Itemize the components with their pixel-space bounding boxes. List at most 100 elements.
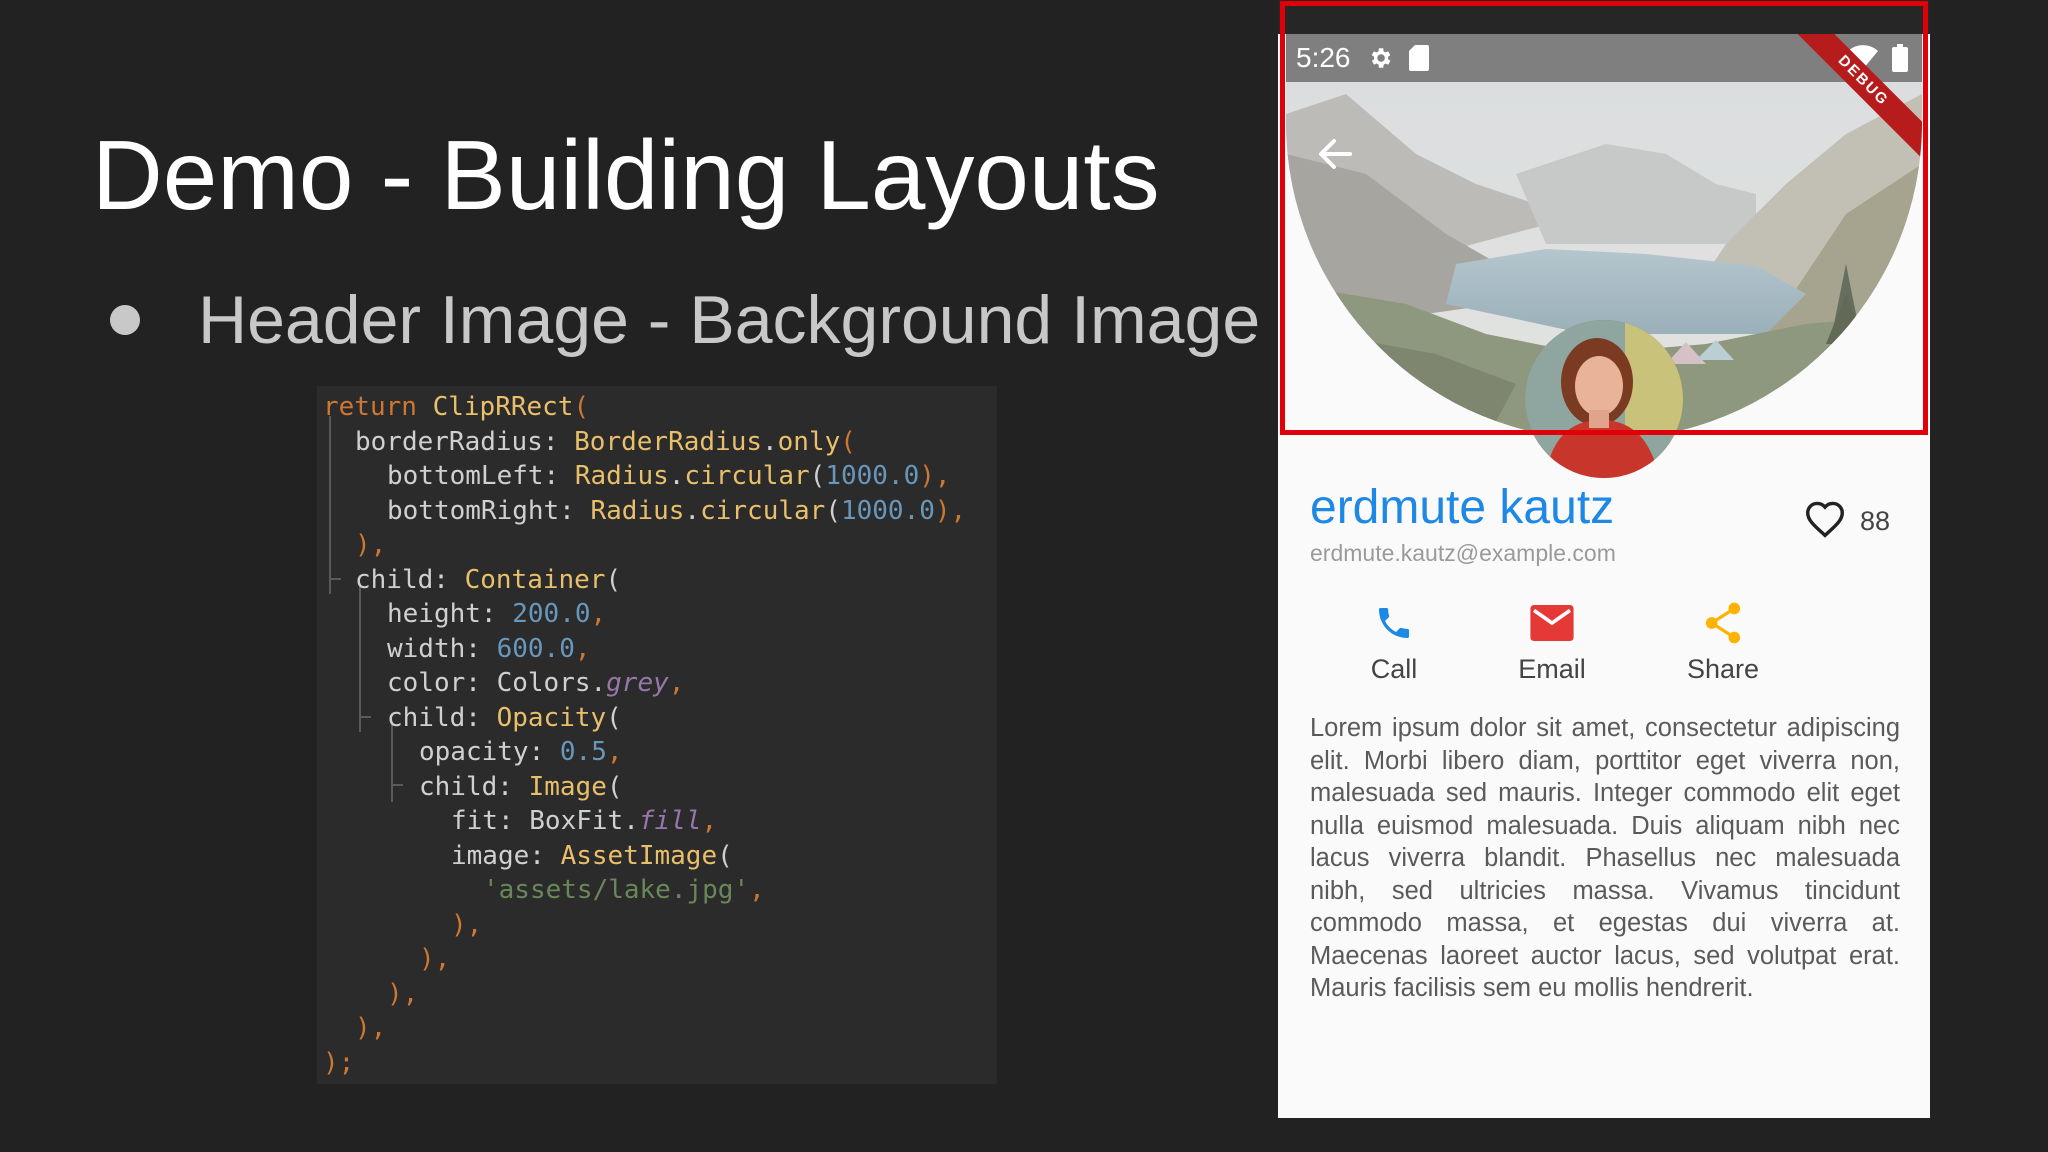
code-token: fit:: [451, 806, 530, 836]
code-token: child:: [355, 564, 465, 595]
code-token: fill: [638, 806, 702, 836]
code-line: ),: [355, 528, 386, 562]
code-line: child: Opacity(: [387, 701, 622, 735]
code-token: ),: [934, 495, 967, 526]
code-token: borderRadius:: [355, 426, 575, 457]
code-token: color:: [387, 668, 497, 698]
profile-email: erdmute.kautz@example.com: [1310, 540, 1616, 566]
indent-guide: [359, 716, 371, 718]
share-label: Share: [1686, 654, 1760, 684]
code-token: circular: [684, 461, 810, 491]
code-token: (: [606, 771, 623, 802]
indent-guide: [391, 784, 403, 786]
call-label: Call: [1370, 654, 1418, 684]
code-token: .: [668, 461, 685, 491]
code-line: height: 200.0,: [387, 597, 606, 631]
favorite-counter[interactable]: 88: [1804, 500, 1890, 543]
code-token: ,: [749, 875, 765, 905]
code-line: image: AssetImage(: [451, 839, 733, 873]
code-token: 200.0: [512, 599, 591, 629]
code-line: 'assets/lake.jpg',: [483, 873, 765, 907]
code-token: .: [684, 495, 701, 526]
code-token: ,: [701, 806, 718, 836]
code-token: 0.5: [559, 737, 607, 767]
code-token: AssetImage: [560, 840, 718, 871]
indent-guide: [359, 586, 361, 732]
code-line: child: Container(: [355, 563, 621, 597]
bullet-dot: [110, 305, 140, 335]
code-token: ,: [606, 737, 623, 767]
profile-description: Lorem ipsum dolor sit amet, consectetur …: [1310, 714, 1900, 1002]
code-token: bottomLeft:: [387, 461, 575, 491]
code-line: ),: [419, 942, 450, 976]
code-line: ),: [355, 1011, 386, 1045]
code-line: width: 600.0,: [387, 632, 591, 666]
code-token: (: [606, 702, 622, 733]
code-token: ,: [590, 599, 607, 629]
code-token: 600.0: [496, 633, 575, 664]
heart-outline-icon[interactable]: [1804, 500, 1846, 543]
code-token: bottomRight:: [387, 495, 591, 526]
code-line: opacity: 0.5,: [419, 735, 623, 769]
code-token: ),: [355, 530, 387, 560]
code-token: .: [623, 806, 639, 836]
indent-guide: [329, 578, 341, 580]
code-line: borderRadius: BorderRadius.only(: [355, 425, 856, 459]
code-token: circular: [700, 495, 826, 526]
code-line: ),: [387, 977, 418, 1011]
code-line: color: Colors.grey,: [387, 666, 684, 700]
code-token: ),: [451, 909, 483, 940]
email-label: Email: [1518, 654, 1586, 684]
code-token: image:: [451, 840, 561, 871]
code-token: 'assets/lake.jpg': [483, 875, 750, 905]
code-line: );: [323, 1046, 354, 1080]
code-token: child:: [419, 771, 529, 802]
share-icon: [1658, 598, 1788, 648]
favorite-count: 88: [1859, 506, 1890, 536]
code-snippet: return ClipRRect(borderRadius: BorderRad…: [317, 386, 997, 1084]
email-action-button[interactable]: Email: [1487, 598, 1617, 685]
email-icon: [1487, 598, 1617, 648]
code-token: Radius: [574, 461, 669, 491]
code-token: (: [573, 392, 590, 422]
code-token: grey: [606, 668, 669, 698]
code-token: ),: [355, 1013, 387, 1043]
code-line: bottomRight: Radius.circular(1000.0),: [387, 494, 966, 528]
call-action-button[interactable]: Call: [1329, 598, 1459, 685]
code-token: 1000.0: [840, 495, 935, 526]
code-token: ),: [919, 461, 951, 491]
code-token: (: [840, 426, 856, 457]
code-token: Colors: [496, 668, 591, 698]
indent-guide: [329, 416, 331, 594]
code-token: ClipRRect: [432, 392, 574, 422]
slide-title: Demo - Building Layouts: [92, 120, 1160, 230]
code-token: opacity:: [419, 737, 560, 767]
code-token: (: [809, 461, 826, 491]
code-token: ,: [668, 668, 685, 698]
code-token: );: [323, 1047, 355, 1078]
code-line: fit: BoxFit.fill,: [451, 804, 717, 838]
code-token: Image: [528, 771, 607, 802]
share-action-button[interactable]: Share: [1658, 598, 1788, 685]
code-token: BoxFit: [529, 806, 624, 836]
code-token: Container: [464, 564, 606, 595]
phone-icon: [1329, 598, 1459, 648]
code-token: child:: [387, 702, 497, 733]
code-token: ,: [574, 633, 591, 664]
highlight-box: [1280, 1, 1928, 435]
code-token: (: [717, 840, 733, 871]
code-line: ),: [451, 908, 482, 942]
code-token: only: [777, 426, 841, 457]
code-token: .: [762, 426, 778, 457]
bullet-item: Header Image - Background Image: [110, 286, 1260, 354]
code-line: bottomLeft: Radius.circular(1000.0),: [387, 459, 951, 493]
code-token: width:: [387, 633, 497, 664]
code-token: Opacity: [496, 702, 607, 733]
bullet-text: Header Image - Background Image: [198, 282, 1261, 358]
code-token: height:: [387, 599, 513, 629]
code-token: BorderRadius: [574, 426, 762, 457]
code-line: return ClipRRect(: [323, 390, 589, 424]
code-token: ),: [387, 978, 419, 1009]
code-token: .: [590, 668, 607, 698]
code-token: (: [605, 564, 622, 595]
